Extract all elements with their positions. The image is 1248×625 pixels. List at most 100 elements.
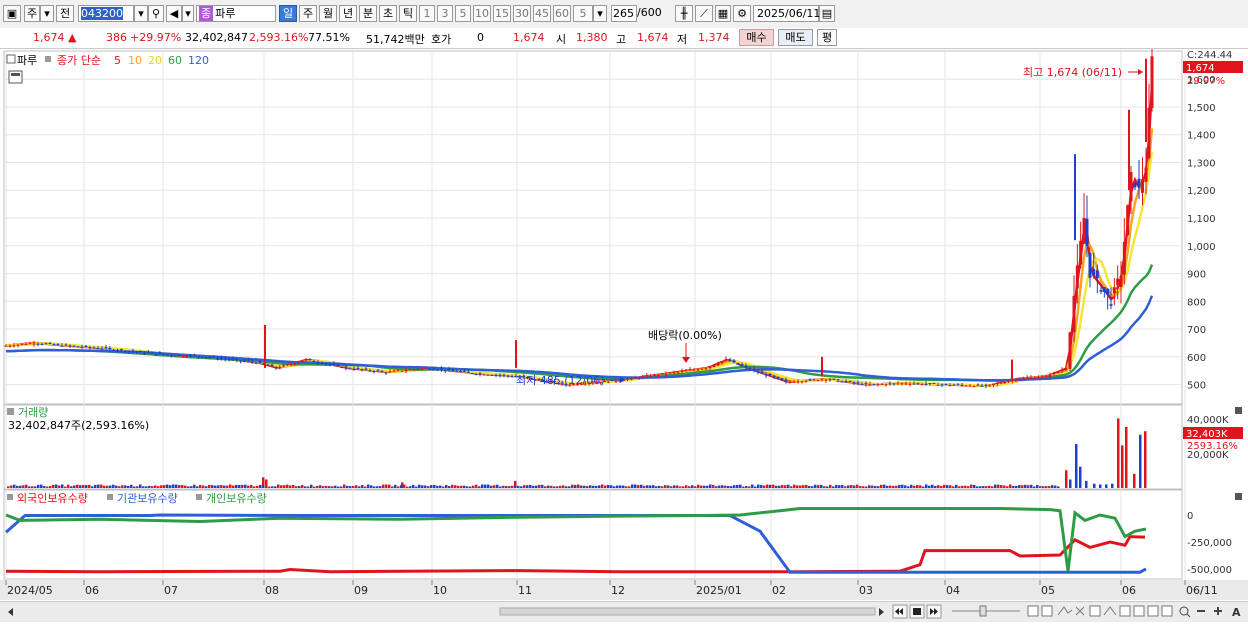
chevron-down-icon[interactable]: ▾: [593, 5, 607, 22]
legend-institution: 기관보유수량: [117, 492, 178, 505]
scroll-left-icon[interactable]: [8, 608, 13, 616]
volume-bar: [313, 486, 316, 488]
interval-custom-input[interactable]: 5: [573, 5, 593, 22]
buy-button[interactable]: 매수: [739, 29, 774, 46]
calculator-icon[interactable]: [8, 70, 23, 84]
sell-button[interactable]: 매도: [778, 29, 813, 46]
volume-bar: [1069, 479, 1072, 488]
volume-bar: [403, 484, 406, 488]
volume-bar: [1018, 485, 1021, 488]
export-icon[interactable]: [1161, 605, 1173, 617]
tab-period-week[interactable]: 주: [299, 5, 317, 22]
scroll-right-icon[interactable]: [879, 608, 884, 616]
cross-icon[interactable]: [1075, 606, 1085, 616]
volume-bar: [688, 486, 691, 488]
candle-body: [254, 362, 258, 364]
candle-body: [36, 343, 40, 345]
calendar-icon[interactable]: ▤: [819, 5, 835, 22]
volume-bar: [121, 485, 124, 488]
zoom-slider-handle[interactable]: [979, 605, 987, 617]
candle-body: [212, 356, 216, 358]
tab-period-year[interactable]: 년: [339, 5, 357, 22]
candle-body: [474, 373, 478, 375]
volume-bar: [838, 485, 841, 488]
search-icon[interactable]: ⚲: [148, 5, 164, 22]
interval-60[interactable]: 60: [553, 5, 571, 22]
font-size-icon[interactable]: A: [1232, 606, 1241, 619]
volume-bar: [1144, 431, 1147, 488]
avg-price-button[interactable]: 평: [817, 29, 837, 46]
volume-bar: [400, 485, 403, 488]
candle-body: [740, 364, 744, 367]
quote-label: 호가: [431, 33, 452, 46]
volume-bar: [274, 486, 277, 488]
chevron-down-icon[interactable]: ▾: [134, 5, 148, 22]
stock-code-input[interactable]: 043200: [78, 5, 134, 22]
image-icon[interactable]: [1147, 605, 1159, 617]
trend-icon[interactable]: [1057, 606, 1073, 616]
stock-name-field[interactable]: 종 파루: [196, 5, 276, 22]
interval-10[interactable]: 10: [473, 5, 491, 22]
panel-menu-icon[interactable]: [6, 54, 16, 64]
interval-5[interactable]: 5: [455, 5, 471, 22]
volume-bar: [733, 485, 736, 488]
count-input[interactable]: 265: [611, 5, 637, 22]
copy-icon[interactable]: [1119, 605, 1131, 617]
peak-icon[interactable]: [1103, 606, 1117, 616]
period-type-select[interactable]: 주: [24, 5, 40, 22]
close-icon[interactable]: [1235, 493, 1242, 500]
volume-bar: [796, 485, 799, 488]
tab-period-day[interactable]: 일: [279, 5, 297, 22]
speaker-icon[interactable]: ◀: [166, 5, 182, 22]
interval-1[interactable]: 1: [419, 5, 435, 22]
volume-bar: [844, 486, 847, 488]
magnifier-icon[interactable]: [1179, 606, 1189, 616]
gear-icon[interactable]: ⚙: [733, 5, 751, 22]
candle-body: [664, 373, 668, 375]
chevron-down-icon[interactable]: ▾: [40, 5, 54, 22]
volume-bar: [442, 486, 445, 488]
candle-body: [614, 380, 618, 382]
scroll-thumb[interactable]: [499, 607, 876, 616]
candle-body: [756, 370, 760, 373]
tab-period-minute[interactable]: 분: [359, 5, 377, 22]
candle-type-icon[interactable]: ╫: [675, 5, 693, 22]
candle-body: [1082, 217, 1086, 244]
interval-3[interactable]: 3: [437, 5, 453, 22]
volume-bar: [541, 484, 544, 488]
candle-body: [668, 372, 672, 374]
save-icon[interactable]: ▦: [715, 5, 731, 22]
layout-icon[interactable]: [1027, 605, 1039, 617]
volume-bar: [1054, 485, 1057, 488]
candle-body: [1099, 289, 1103, 292]
volume-bar: [868, 485, 871, 488]
volume-bar: [232, 485, 235, 488]
candle-body: [676, 371, 680, 373]
draw-tool-icon[interactable]: ⟋: [695, 5, 713, 22]
volume-bar: [610, 485, 613, 488]
volume-bar: [391, 486, 394, 488]
chart-settings-icon[interactable]: ▣: [3, 5, 21, 22]
close-icon[interactable]: [1235, 407, 1242, 414]
tab-period-month[interactable]: 월: [319, 5, 337, 22]
volume-bar: [745, 486, 748, 488]
tab-period-second[interactable]: 초: [379, 5, 397, 22]
split-icon[interactable]: [1041, 605, 1053, 617]
interval-30[interactable]: 30: [513, 5, 531, 22]
chart-area[interactable]: 파루 종가 단순 5 10 20 60 120 C:244.44 1,6001,…: [0, 49, 1248, 601]
date-input[interactable]: 2025/06/11: [753, 5, 820, 22]
volume-bar: [268, 486, 271, 488]
zoom-in-icon[interactable]: [1214, 607, 1222, 615]
prev-button[interactable]: 전: [56, 5, 74, 22]
print-icon[interactable]: [1133, 605, 1145, 617]
volume-bar: [73, 485, 76, 488]
grid-icon[interactable]: [1089, 605, 1101, 617]
chevron-down-icon[interactable]: ▾: [182, 5, 194, 22]
volume-bar: [328, 486, 331, 488]
interval-45[interactable]: 45: [533, 5, 551, 22]
candle-body: [656, 374, 660, 376]
tab-period-tick[interactable]: 틱: [399, 5, 417, 22]
high-label: 고: [616, 33, 627, 46]
interval-15[interactable]: 15: [493, 5, 511, 22]
volume-bar: [1111, 483, 1114, 488]
